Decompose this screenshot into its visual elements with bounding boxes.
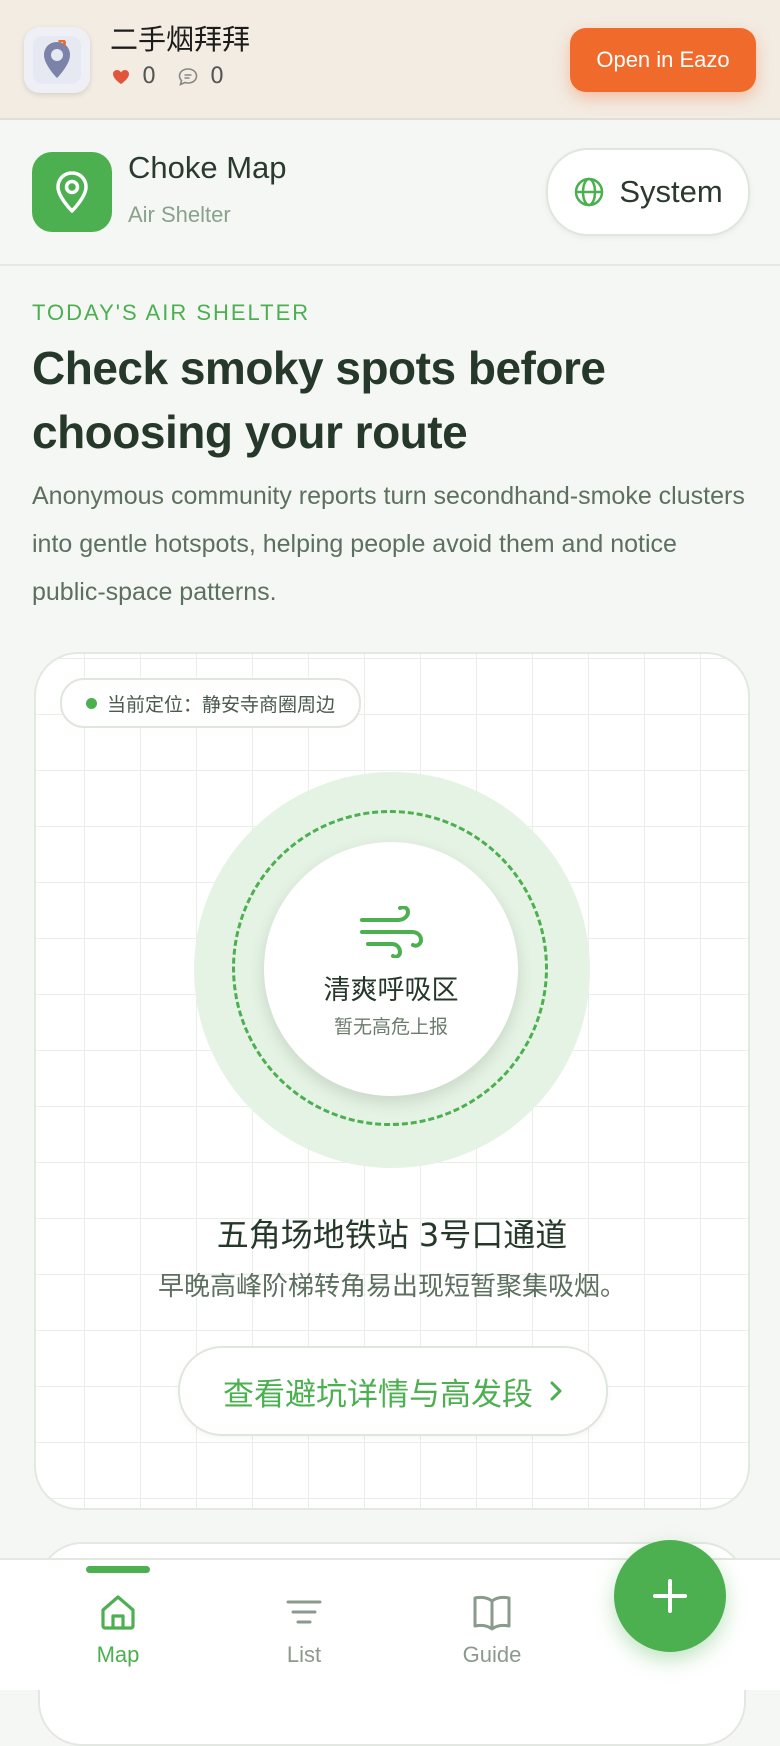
zone-status-circle[interactable]: 清爽呼吸区 暂无高危上报 bbox=[264, 842, 518, 1096]
tab-list-label: List bbox=[286, 1642, 322, 1667]
hotspot-name: 五角场地铁站 3号口通道 bbox=[216, 1216, 568, 1254]
comment-count: 0 bbox=[210, 64, 224, 89]
like-stat[interactable]: 0 bbox=[112, 64, 156, 89]
home-icon bbox=[101, 1595, 135, 1630]
comment-stat[interactable]: 0 bbox=[178, 64, 224, 89]
brand-logo bbox=[32, 152, 112, 232]
zone-subtitle: 暂无高危上报 bbox=[333, 1016, 448, 1038]
app-topbar: 二手烟拜拜 0 0 Open in Eazo bbox=[0, 0, 780, 120]
app-title: 二手烟拜拜 bbox=[110, 23, 251, 56]
brand-name: Choke Map bbox=[128, 150, 287, 185]
tab-guide[interactable]: Guide bbox=[412, 1560, 572, 1690]
add-report-fab[interactable] bbox=[614, 1540, 726, 1652]
tab-guide-label: Guide bbox=[462, 1642, 522, 1667]
book-icon bbox=[473, 1595, 511, 1631]
app-header: Choke Map Air Shelter System bbox=[0, 120, 780, 266]
current-location-pill[interactable]: 当前定位：静安寺商圈周边 bbox=[60, 678, 362, 728]
view-details-button[interactable]: 查看避坑详情与高发段 bbox=[178, 1346, 608, 1436]
page-description: Anonymous community reports turn secondh… bbox=[32, 482, 745, 606]
air-shelter-map-card: 当前定位：静安寺商圈周边 清爽呼吸区 暂无高危上报 五角场地铁站 3号口通道 早… bbox=[34, 652, 750, 1510]
page-headline: Check smoky spots before choosing your r… bbox=[32, 342, 606, 458]
view-details-label: 查看避坑详情与高发段 bbox=[223, 1376, 533, 1413]
like-count: 0 bbox=[142, 64, 156, 89]
plus-icon bbox=[653, 1579, 687, 1613]
filter-list-icon bbox=[286, 1600, 322, 1624]
comment-icon bbox=[178, 67, 198, 86]
system-button-label: System bbox=[619, 174, 723, 209]
zone-title: 清爽呼吸区 bbox=[323, 975, 459, 1006]
map-pin-logo-icon bbox=[44, 40, 70, 78]
wind-icon bbox=[360, 906, 424, 958]
open-in-eazo-button[interactable]: Open in Eazo bbox=[570, 28, 756, 92]
chevron-right-icon bbox=[550, 1381, 562, 1401]
current-location-label: 当前定位：静安寺商圈周边 bbox=[107, 693, 336, 716]
tab-map[interactable]: Map bbox=[38, 1560, 198, 1690]
active-tab-indicator bbox=[86, 1566, 150, 1573]
tab-map-label: Map bbox=[96, 1642, 140, 1667]
tab-list[interactable]: List bbox=[224, 1560, 384, 1690]
hotspot-description: 早晚高峰阶梯转角易出现短暂聚集吸烟。 bbox=[157, 1272, 626, 1302]
app-thumbnail[interactable] bbox=[24, 27, 90, 93]
brand-subtitle: Air Shelter bbox=[128, 202, 231, 227]
app-stats: 0 0 bbox=[112, 64, 224, 89]
language-system-button[interactable]: System bbox=[546, 148, 750, 236]
section-eyebrow: TODAY'S AIR SHELTER bbox=[32, 300, 311, 325]
location-status-dot bbox=[86, 697, 97, 709]
heart-icon bbox=[113, 69, 129, 84]
location-pin-icon bbox=[56, 171, 88, 213]
globe-icon bbox=[575, 177, 604, 207]
